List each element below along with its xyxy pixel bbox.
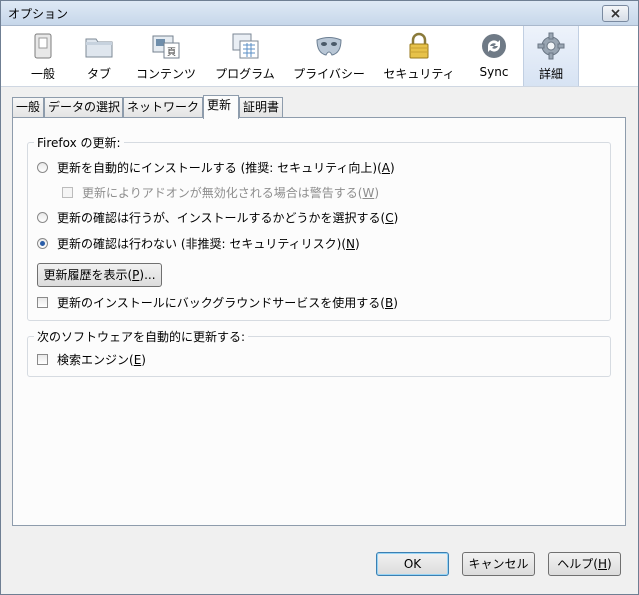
toolbar-label: セキュリティ [383,67,455,81]
toolbar-label: コンテンツ [135,67,196,81]
toolbar-label: プログラム [215,67,275,81]
cancel-button[interactable]: キャンセル [462,552,535,576]
content-page-icon: 頁 [152,35,180,59]
toolbar-item-tabs[interactable]: タブ [74,26,124,86]
tab-general[interactable]: 一般 [12,97,44,117]
window-title: オプション [8,7,69,21]
toolbar-label: Sync [479,65,509,79]
tab-update[interactable]: 更新 [203,95,239,119]
close-icon [611,9,620,18]
options-window: オプション 一般 タブ 頁 コンテンツ プログラム プライバシー セキュリティ … [0,0,639,595]
toolbar-label: プライバシー [293,67,365,81]
sync-arrows-icon [482,34,506,58]
title-bar[interactable]: オプション [1,1,638,26]
group-title: Firefox の更新: [34,134,124,151]
toolbar-label: 一般 [30,67,55,81]
svg-text:頁: 頁 [167,47,176,58]
radio-button-selected[interactable] [37,238,48,249]
security-lock-icon [409,32,429,59]
toolbar-item-general[interactable]: 一般 [16,26,70,86]
checkbox[interactable] [37,297,48,308]
category-toolbar: 一般 タブ 頁 コンテンツ プログラム プライバシー セキュリティ Sync 詳… [1,26,638,87]
checkbox [62,187,73,198]
general-switch-icon [34,33,52,59]
radio-button[interactable] [37,162,48,173]
advanced-gear-icon [537,32,565,60]
tab-network[interactable]: ネットワーク [123,97,203,117]
toolbar-item-security[interactable]: セキュリティ [376,26,462,86]
toolbar-label: 詳細 [538,67,563,81]
toolbar-item-privacy[interactable]: プライバシー [288,26,370,86]
radio-button[interactable] [37,212,48,223]
toolbar-label: タブ [86,67,111,81]
toolbar-item-sync[interactable]: Sync [468,26,520,86]
tab-certificates[interactable]: 証明書 [239,97,283,117]
firefox-updates-group: Firefox の更新: 更新を自動的にインストールする (推奨: セキュリティ… [27,134,611,321]
close-button[interactable] [602,5,629,22]
update-panel: Firefox の更新: 更新を自動的にインストールする (推奨: セキュリティ… [12,117,626,526]
tab-data-choices[interactable]: データの選択 [44,97,123,117]
toolbar-item-applications[interactable]: プログラム [208,26,282,86]
checkbox[interactable] [37,354,48,365]
toolbar-item-advanced[interactable]: 詳細 [523,26,579,86]
tabs-folder-icon [85,38,113,58]
ok-button[interactable]: OK [376,552,449,576]
applications-calendar-icon [232,33,259,59]
show-update-history-button[interactable]: 更新履歴を表示(P)... [37,263,162,287]
other-updates-group: 次のソフトウェアを自動的に更新する: 検索エンジン(E) [27,328,611,377]
group-title: 次のソフトウェアを自動的に更新する: [34,328,249,345]
toolbar-item-content[interactable]: 頁 コンテンツ [130,26,202,86]
privacy-mask-icon [316,37,342,56]
help-button[interactable]: ヘルプ(H) [548,552,621,576]
